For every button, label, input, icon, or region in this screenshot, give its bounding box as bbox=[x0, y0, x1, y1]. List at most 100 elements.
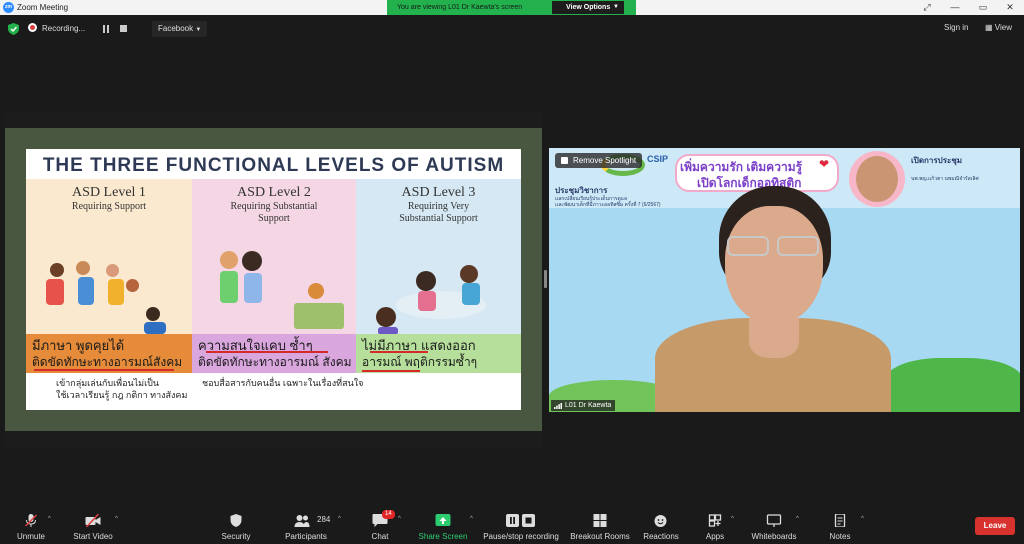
underline bbox=[362, 370, 420, 372]
level-2-sub-1: Requiring Substantial bbox=[230, 201, 318, 212]
participants-icon bbox=[294, 515, 310, 527]
share-caret-icon[interactable]: ^ bbox=[470, 516, 473, 522]
caret-down-icon: ▼ bbox=[195, 27, 202, 33]
fullscreen-icon[interactable]: ⤢ bbox=[913, 0, 941, 15]
chat-badge: 14 bbox=[382, 510, 395, 519]
reactions-button[interactable]: Reactions bbox=[640, 506, 682, 544]
remove-spotlight-label: Remove Spotlight bbox=[573, 156, 637, 165]
view-options-button[interactable]: View Options ▼ bbox=[552, 1, 624, 14]
level-1-panel: ASD Level 1 Requiring Support bbox=[26, 179, 192, 334]
shield-icon[interactable] bbox=[8, 23, 19, 35]
more-caret-icon[interactable]: ^ bbox=[861, 516, 864, 522]
opening-title: เปิดการประชุม bbox=[911, 156, 963, 165]
pin-icon bbox=[561, 157, 568, 164]
chat-caret-icon[interactable]: ^ bbox=[398, 516, 401, 522]
unmute-label: Unmute bbox=[16, 532, 45, 541]
remove-spotlight-button[interactable]: Remove Spotlight bbox=[555, 153, 643, 168]
whiteboards-caret-icon[interactable]: ^ bbox=[796, 516, 799, 522]
close-button[interactable]: ✕ bbox=[996, 0, 1024, 15]
video-off-icon bbox=[85, 514, 101, 527]
level-3-band: ไม่มีภาษา แสดงออก อารมณ์ พฤติกรรมซ้ำๆ bbox=[356, 334, 521, 373]
muted-mic-icon bbox=[24, 514, 38, 527]
pause-stop-icon bbox=[506, 514, 535, 527]
unmute-button[interactable]: Unmute bbox=[8, 506, 54, 544]
start-video-button[interactable]: Start Video bbox=[70, 506, 116, 544]
shared-screen[interactable]: THE THREE FUNCTIONAL LEVELS OF AUTISM AS… bbox=[5, 112, 542, 447]
whiteboards-label: Whiteboards bbox=[751, 532, 797, 541]
level-1-desc-line2: ใช้เวลาเรียนรู้ กฎ กติกา ทางสังคม bbox=[56, 390, 188, 400]
resize-handle[interactable] bbox=[544, 270, 547, 288]
smiley-icon bbox=[654, 515, 667, 527]
level-1-desc-line1: เข้ากลุ่มเล่นกับเพื่อนไม่เป็น bbox=[56, 378, 160, 388]
security-label: Security bbox=[221, 532, 251, 541]
level-2-panel: ASD Level 2 Requiring Substantial Suppor… bbox=[192, 179, 356, 334]
view-label: View bbox=[994, 23, 1012, 32]
sign-in-link[interactable]: Sign in bbox=[944, 23, 968, 32]
grass-hill bbox=[884, 358, 1020, 412]
share-screen-icon bbox=[435, 514, 451, 526]
recording-indicator: Recording... bbox=[28, 21, 85, 37]
chat-button[interactable]: 14 Chat bbox=[364, 506, 396, 544]
level-2-band-line2: ติดขัดทักษะทางอารมณ์ สังคม bbox=[198, 355, 352, 369]
apps-button[interactable]: Apps bbox=[700, 506, 730, 544]
participants-count: 284 bbox=[317, 515, 331, 524]
pause-stop-recording-button[interactable]: Pause/stop recording bbox=[480, 506, 562, 544]
heart-icon: ❤ bbox=[819, 157, 830, 171]
level-1-band: มีภาษา พูดคุยได้ ติดขัดทักษะทางอารมณ์สัง… bbox=[26, 334, 192, 373]
chat-label: Chat bbox=[371, 532, 389, 541]
recording-label: Recording... bbox=[42, 24, 86, 33]
meeting-top-bar: Recording... Facebook ▼ Sign in ▦ View bbox=[0, 15, 1024, 43]
level-3-sub-1: Requiring Very bbox=[407, 201, 470, 212]
csip-label: CSIP bbox=[647, 154, 669, 164]
participant-name: L01 Dr Kaewta bbox=[565, 402, 612, 409]
level-3-panel: ASD Level 3 Requiring Very Substantial S… bbox=[356, 179, 521, 335]
slide-title: THE THREE FUNCTIONAL LEVELS OF AUTISM bbox=[42, 155, 505, 176]
maximize-button[interactable]: ▭ bbox=[969, 0, 997, 15]
record-dot-icon bbox=[28, 23, 37, 32]
level-2-heading: ASD Level 2 bbox=[237, 185, 311, 200]
title-bar: zm Zoom Meeting You are viewing L01 Dr K… bbox=[0, 0, 1024, 15]
meeting-controls: Unmute ^ Start Video ^ Security 284 Part… bbox=[0, 506, 1024, 544]
zoom-window: zm Zoom Meeting You are viewing L01 Dr K… bbox=[0, 0, 1024, 544]
breakout-rooms-button[interactable]: Breakout Rooms bbox=[568, 506, 632, 544]
pause-recording-icon[interactable] bbox=[103, 25, 110, 33]
participants-caret-icon[interactable]: ^ bbox=[338, 516, 341, 522]
security-button[interactable]: Security bbox=[215, 506, 257, 544]
viewing-message: You are viewing L01 Dr Kaewta's screen bbox=[397, 4, 523, 11]
whiteboard-icon bbox=[766, 514, 782, 527]
level-1-heading: ASD Level 1 bbox=[72, 185, 146, 200]
conference-line2: และพัฒนาเด็กที่มีภาวะออทิสซึม ครั้งที่ 7… bbox=[555, 202, 661, 208]
level-1-sub: Requiring Support bbox=[71, 201, 147, 212]
participants-button[interactable]: 284 Participants bbox=[282, 506, 330, 544]
view-button[interactable]: ▦ View bbox=[985, 23, 1012, 32]
facebook-livestream-button[interactable]: Facebook ▼ bbox=[152, 21, 208, 37]
video-options-caret-icon[interactable]: ^ bbox=[115, 516, 118, 522]
start-video-label: Start Video bbox=[73, 532, 113, 541]
stop-recording-icon[interactable] bbox=[120, 25, 127, 32]
level-1-description: เข้ากลุ่มเล่นกับเพื่อนไม่เป็น ใช้เวลาเรี… bbox=[56, 377, 187, 401]
level-2-description: ชอบสื่อสารกับคนอื่น เฉพาะในเรื่องที่สนใจ bbox=[202, 377, 363, 389]
grid-view-icon: ▦ bbox=[985, 23, 993, 32]
speaker-video-tile[interactable]: CSIP เพิ่มความรัก เติมความรู้ เปิดโลกเด็… bbox=[549, 148, 1020, 412]
leave-button[interactable]: Leave bbox=[975, 517, 1015, 535]
opening-name: นพ.พญ.แก้วตา นพมณีจำรัสเลิศ bbox=[911, 176, 979, 182]
presenter-photo bbox=[856, 156, 898, 202]
chevron-down-icon: ▼ bbox=[613, 4, 619, 10]
notes-button[interactable]: Notes bbox=[824, 506, 856, 544]
whiteboards-button[interactable]: Whiteboards bbox=[748, 506, 800, 544]
share-screen-button[interactable]: Share Screen bbox=[418, 506, 468, 544]
level-3-heading: ASD Level 3 bbox=[401, 185, 476, 200]
apps-caret-icon[interactable]: ^ bbox=[731, 516, 734, 522]
zoom-logo-icon: zm bbox=[3, 2, 14, 13]
notes-label: Notes bbox=[829, 532, 851, 541]
breakout-rooms-icon bbox=[593, 514, 607, 527]
recording-control-label: Pause/stop recording bbox=[483, 532, 559, 541]
reactions-label: Reactions bbox=[643, 532, 679, 541]
audio-options-caret-icon[interactable]: ^ bbox=[48, 516, 51, 522]
level-3-sub-2: Substantial Support bbox=[399, 213, 478, 224]
facebook-label: Facebook bbox=[158, 24, 194, 33]
participant-name-tag: L01 Dr Kaewta bbox=[551, 400, 616, 411]
minimize-button[interactable]: — bbox=[941, 0, 969, 15]
viewing-banner: You are viewing L01 Dr Kaewta's screen V… bbox=[387, 0, 636, 15]
apps-label: Apps bbox=[705, 532, 725, 541]
